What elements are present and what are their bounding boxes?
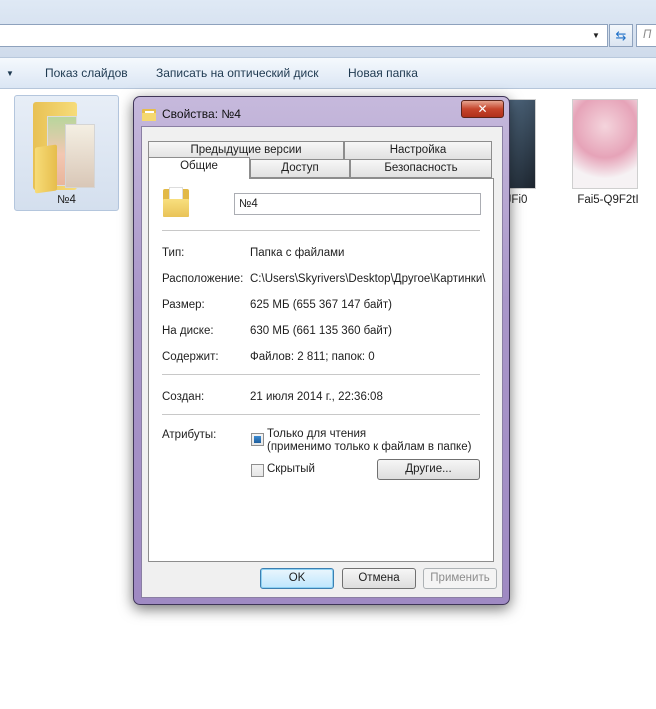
- dialog-client-area: Предыдущие версии Настройка Общие Доступ…: [141, 126, 503, 598]
- size-label: Размер:: [162, 299, 205, 311]
- readonly-label: Только для чтения: [267, 428, 367, 440]
- folder-name-input[interactable]: [234, 193, 481, 215]
- organize-dropdown-icon[interactable]: ▼: [6, 69, 14, 78]
- apply-button[interactable]: Применить: [423, 568, 497, 589]
- address-bar[interactable]: [0, 24, 608, 47]
- folder-item-label: №4: [57, 194, 76, 206]
- address-dropdown-icon[interactable]: ▼: [588, 28, 604, 44]
- tab-general[interactable]: Общие: [148, 157, 250, 179]
- refresh-icon[interactable]: ⇆: [609, 24, 633, 47]
- size-on-disk-value: 630 МБ (661 135 360 байт): [250, 325, 392, 337]
- location-value: C:\Users\Skyrivers\Desktop\Другое\Картин…: [250, 273, 486, 285]
- close-icon: ✕: [477, 102, 488, 116]
- separator: [162, 374, 480, 375]
- type-value: Папка с файлами: [250, 247, 345, 259]
- folder-item-no4[interactable]: №4: [14, 95, 119, 211]
- image-thumbnail[interactable]: [572, 99, 638, 189]
- tab-customize[interactable]: Настройка: [344, 141, 492, 160]
- folder-icon: [142, 109, 156, 121]
- dialog-title: Свойства: №4: [162, 107, 241, 121]
- slideshow-button[interactable]: Показ слайдов: [45, 66, 128, 80]
- attributes-label: Атрибуты:: [162, 429, 217, 441]
- file-item-label[interactable]: Fai5-Q9F2tI: [566, 194, 650, 206]
- new-folder-button[interactable]: Новая папка: [348, 66, 418, 80]
- advanced-attributes-button[interactable]: Другие...: [377, 459, 480, 480]
- tab-sharing[interactable]: Доступ: [250, 159, 350, 178]
- properties-dialog: Свойства: №4 ✕ Предыдущие версии Настрой…: [133, 96, 510, 605]
- hidden-checkbox[interactable]: [251, 464, 264, 477]
- ok-button[interactable]: OK: [260, 568, 334, 589]
- separator: [162, 414, 480, 415]
- general-panel: [148, 178, 494, 562]
- contains-value: Файлов: 2 811; папок: 0: [250, 351, 375, 363]
- contains-label: Содержит:: [162, 351, 219, 363]
- location-label: Расположение:: [162, 273, 244, 285]
- separator: [162, 230, 480, 231]
- size-value: 625 МБ (655 367 147 байт): [250, 299, 392, 311]
- readonly-note: (применимо только к файлам в папке): [267, 441, 472, 453]
- folder-thumbnail-icon: [25, 102, 95, 194]
- created-value: 21 июля 2014 г., 22:36:08: [250, 391, 383, 403]
- close-button[interactable]: ✕: [461, 100, 504, 118]
- type-label: Тип:: [162, 247, 185, 259]
- created-label: Создан:: [162, 391, 205, 403]
- readonly-checkbox[interactable]: [251, 433, 264, 446]
- cancel-button[interactable]: Отмена: [342, 568, 416, 589]
- hidden-label: Скрытый: [267, 463, 315, 475]
- burn-disc-button[interactable]: Записать на оптический диск: [156, 66, 319, 80]
- folder-icon: [163, 187, 191, 217]
- size-on-disk-label: На диске:: [162, 325, 214, 337]
- search-input[interactable]: П: [636, 24, 656, 47]
- tab-security[interactable]: Безопасность: [350, 159, 492, 178]
